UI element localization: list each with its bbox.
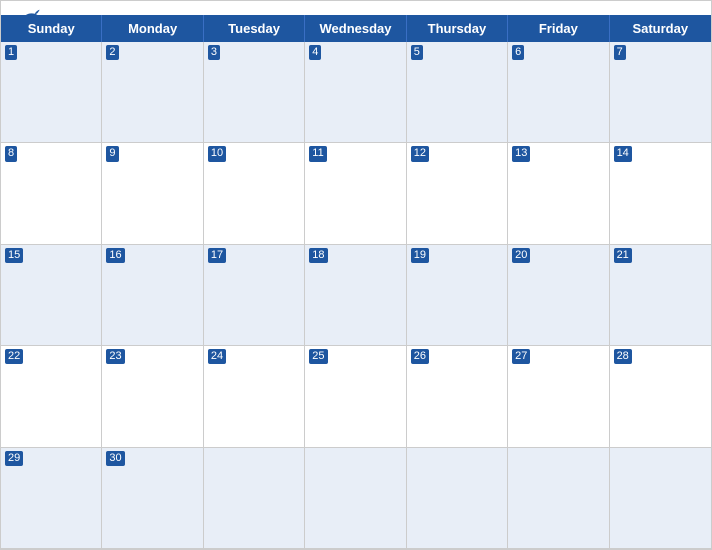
calendar-grid: 1234567891011121314151617181920212223242… [1,42,711,549]
logo-bird-icon [20,9,40,25]
date-number: 2 [106,45,118,60]
day-headers: SundayMondayTuesdayWednesdayThursdayFrid… [1,15,711,42]
day-header-saturday: Saturday [610,15,711,42]
date-number: 13 [512,146,530,161]
cal-cell: 2 [102,42,203,143]
cal-cell: 25 [305,346,406,447]
cal-cell: 29 [1,448,102,549]
date-number: 19 [411,248,429,263]
day-header-tuesday: Tuesday [204,15,305,42]
date-number: 21 [614,248,632,263]
date-number: 12 [411,146,429,161]
date-number: 22 [5,349,23,364]
cal-cell: 21 [610,245,711,346]
day-header-friday: Friday [508,15,609,42]
calendar: SundayMondayTuesdayWednesdayThursdayFrid… [0,0,712,550]
cal-cell [508,448,609,549]
cal-cell: 18 [305,245,406,346]
date-number: 16 [106,248,124,263]
cal-cell: 27 [508,346,609,447]
calendar-header [1,1,711,15]
date-number: 27 [512,349,530,364]
date-number: 23 [106,349,124,364]
date-number: 17 [208,248,226,263]
cal-cell: 4 [305,42,406,143]
day-header-monday: Monday [102,15,203,42]
date-number: 11 [309,146,326,161]
date-number: 7 [614,45,626,60]
date-number: 25 [309,349,327,364]
cal-cell: 30 [102,448,203,549]
date-number: 10 [208,146,226,161]
cal-cell: 10 [204,143,305,244]
date-number: 18 [309,248,327,263]
cal-cell: 17 [204,245,305,346]
date-number: 4 [309,45,321,60]
cal-cell: 26 [407,346,508,447]
logo-area [17,9,40,25]
cal-cell: 19 [407,245,508,346]
cal-cell: 28 [610,346,711,447]
cal-cell [204,448,305,549]
date-number: 5 [411,45,423,60]
cal-cell: 6 [508,42,609,143]
cal-cell: 5 [407,42,508,143]
date-number: 15 [5,248,23,263]
cal-cell [407,448,508,549]
date-number: 24 [208,349,226,364]
date-number: 30 [106,451,124,466]
date-number: 29 [5,451,23,466]
cal-cell: 14 [610,143,711,244]
cal-cell: 22 [1,346,102,447]
cal-cell: 15 [1,245,102,346]
day-header-thursday: Thursday [407,15,508,42]
cal-cell: 23 [102,346,203,447]
date-number: 28 [614,349,632,364]
date-number: 1 [5,45,17,60]
cal-cell: 16 [102,245,203,346]
cal-cell: 1 [1,42,102,143]
cal-cell: 11 [305,143,406,244]
date-number: 20 [512,248,530,263]
date-number: 9 [106,146,118,161]
date-number: 26 [411,349,429,364]
cal-cell [305,448,406,549]
cal-cell [610,448,711,549]
cal-cell: 7 [610,42,711,143]
cal-cell: 24 [204,346,305,447]
date-number: 6 [512,45,524,60]
cal-cell: 9 [102,143,203,244]
cal-cell: 3 [204,42,305,143]
day-header-wednesday: Wednesday [305,15,406,42]
cal-cell: 8 [1,143,102,244]
date-number: 8 [5,146,17,161]
cal-cell: 13 [508,143,609,244]
date-number: 14 [614,146,632,161]
cal-cell: 20 [508,245,609,346]
date-number: 3 [208,45,220,60]
cal-cell: 12 [407,143,508,244]
